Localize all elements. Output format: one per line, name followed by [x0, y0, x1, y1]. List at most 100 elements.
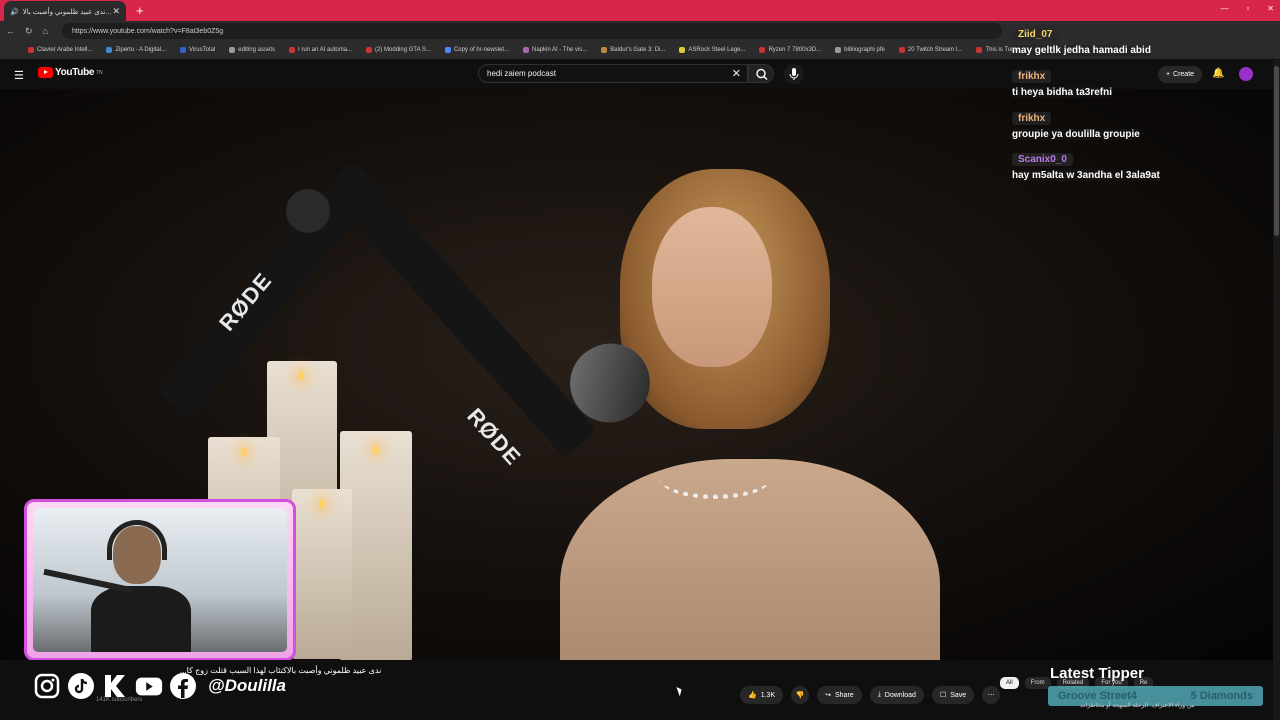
search-button[interactable]	[748, 64, 774, 83]
bookmark-item[interactable]: I run an AI automa...	[289, 47, 352, 53]
candle-flame	[298, 371, 304, 381]
url-text: https://www.youtube.com/watch?v=F8at3eb0…	[72, 27, 224, 35]
bookmark-item[interactable]: Ziperto - A Digital...	[106, 47, 166, 53]
video-actions: 👍 1.3K 👎 ↪ Share ⤓ Download ☐ Save ⋯	[740, 686, 1001, 704]
bookmark-item[interactable]: (2) Modding GTA S...	[366, 47, 431, 53]
streamer-torso	[91, 586, 191, 652]
bookmark-icon: ☐	[939, 692, 947, 699]
boom-arm	[323, 162, 597, 458]
browser-tab[interactable]: 🔊 ندى عبيد ظلموني وأصبت بالا... ✕	[4, 1, 126, 22]
candle-flame	[373, 445, 379, 455]
bookmark-favicon-icon	[523, 47, 529, 53]
chip-all[interactable]: All	[1000, 677, 1019, 689]
more-icon: ⋯	[987, 692, 995, 699]
guest-face	[652, 207, 772, 367]
chat-message: frikhx groupie ya doulilla groupie	[1012, 108, 1270, 140]
microphone-icon	[789, 68, 799, 80]
bookmark-item[interactable]: editing assets	[229, 47, 275, 53]
search-input[interactable]: hedi zaiem podcast ✕	[478, 64, 748, 83]
youtube-icon	[134, 671, 164, 701]
share-icon: ↪	[825, 692, 831, 699]
youtube-favicon-icon	[759, 47, 766, 53]
download-button[interactable]: ⤓ Download	[869, 686, 924, 704]
streamer-webcam	[24, 499, 296, 661]
folder-icon	[835, 47, 842, 53]
browser-tabbar: 🔊 ندى عبيد ظلموني وأصبت بالا... ✕ + — ▫ …	[0, 0, 1280, 22]
clear-search-icon[interactable]: ✕	[732, 67, 741, 80]
share-button[interactable]: ↪ Share	[817, 686, 862, 704]
guest-necklace	[660, 459, 770, 499]
chip-from[interactable]: From	[1024, 677, 1051, 689]
country-code: TN	[96, 69, 103, 76]
menu-icon[interactable]: ☰	[14, 69, 24, 82]
tiktok-icon	[66, 671, 96, 701]
new-tab-button[interactable]: +	[136, 3, 144, 18]
chat-text: ti heya bidha ta3refni	[1012, 87, 1113, 98]
candle-flame	[241, 447, 247, 457]
bookmark-favicon-icon	[28, 47, 34, 53]
like-button[interactable]: 👍 1.3K	[740, 686, 784, 704]
chat-text: groupie ya doulilla groupie	[1012, 129, 1140, 140]
bookmark-favicon-icon	[679, 47, 686, 53]
more-actions-button[interactable]: ⋯	[982, 686, 1001, 704]
maximize-icon[interactable]: ▫	[1246, 4, 1249, 13]
kick-icon	[100, 671, 130, 701]
save-label: Save	[950, 691, 967, 699]
bookmark-item[interactable]: Ryzen 7 7800x3D...	[759, 47, 821, 53]
rode-logo: RØDE	[462, 403, 527, 471]
bookmark-item[interactable]: ASRock Steel Lege...	[679, 47, 745, 53]
home-icon[interactable]: ⌂	[43, 26, 48, 36]
youtube-logo[interactable]: YouTube TN	[38, 67, 103, 78]
youtube-logo-text: YouTube	[55, 67, 95, 78]
chat-message: frikhx ti heya bidha ta3refni	[1012, 66, 1270, 98]
bookmark-item[interactable]: Copy of hr-newslet...	[444, 47, 509, 53]
tab-title: ندى عبيد ظلموني وأصبت بالا...	[22, 8, 112, 16]
recommended-video-title[interactable]: من وراء الاعتراف: الرحلة المبهجة أو مخاط…	[1080, 702, 1195, 709]
url-input[interactable]: https://www.youtube.com/watch?v=F8at3eb0…	[62, 23, 1002, 39]
chat-username: frikhx	[1012, 112, 1052, 125]
bookmark-item[interactable]: Clavier Arabe Intell...	[28, 47, 92, 53]
bookmark-item[interactable]: 20 Twitch Stream I...	[898, 47, 962, 53]
bookmark-item[interactable]: Napkin AI - The vis...	[523, 47, 587, 53]
latest-tipper-title: Latest Tipper	[1050, 665, 1144, 682]
youtube-favicon-icon	[898, 47, 905, 53]
youtube-favicon-icon	[366, 47, 373, 53]
tab-audio-icon[interactable]: 🔊	[10, 8, 19, 16]
download-icon: ⤓	[877, 691, 881, 698]
close-window-icon[interactable]: ✕	[1267, 4, 1274, 13]
back-icon[interactable]: ←	[6, 26, 15, 36]
voice-search-button[interactable]	[784, 64, 804, 84]
bookmark-item[interactable]: Baldur's Gate 3: Di...	[601, 47, 665, 53]
minimize-icon[interactable]: —	[1220, 4, 1228, 13]
bookmark-item[interactable]: VirusTotal	[180, 47, 215, 53]
scrollbar-thumb[interactable]	[1274, 66, 1279, 236]
thumbs-up-icon: 👍	[748, 692, 757, 699]
bookmark-item[interactable]: bibliographi pfe	[835, 47, 885, 53]
window-controls: — ▫ ✕	[1220, 4, 1274, 13]
search-icon	[756, 68, 768, 80]
save-button[interactable]: ☐ Save	[931, 686, 975, 704]
candle-flame	[319, 499, 325, 509]
chat-username: Scanix0_0	[1012, 153, 1073, 166]
candle	[292, 489, 352, 659]
facebook-icon	[168, 671, 198, 701]
like-count: 1.3K	[760, 691, 776, 699]
download-label: Download	[884, 691, 916, 699]
bookmark-favicon-icon	[106, 47, 113, 53]
streamer-head	[113, 526, 161, 584]
webcam-feed	[33, 508, 287, 652]
chat-text: hay m5alta w 3andha el 3ala9at	[1012, 170, 1160, 181]
page-scrollbar[interactable]	[1273, 60, 1280, 720]
chat-message: Ziid_07 may geltlk jedha hamadi abid	[1012, 24, 1270, 56]
tipper-amount: 5 Diamonds	[1190, 690, 1253, 702]
youtube-play-icon	[38, 67, 53, 78]
instagram-icon	[32, 671, 62, 701]
close-tab-icon[interactable]: ✕	[112, 6, 120, 17]
boom-pivot	[286, 189, 330, 233]
chat-username: frikhx	[1012, 70, 1052, 83]
bookmark-favicon-icon	[180, 47, 187, 53]
social-handles: @Doulilla	[32, 671, 286, 701]
reload-icon[interactable]: ↻	[25, 26, 33, 37]
dislike-button[interactable]: 👎	[791, 686, 810, 704]
chat-text: may geltlk jedha hamadi abid	[1012, 45, 1151, 56]
